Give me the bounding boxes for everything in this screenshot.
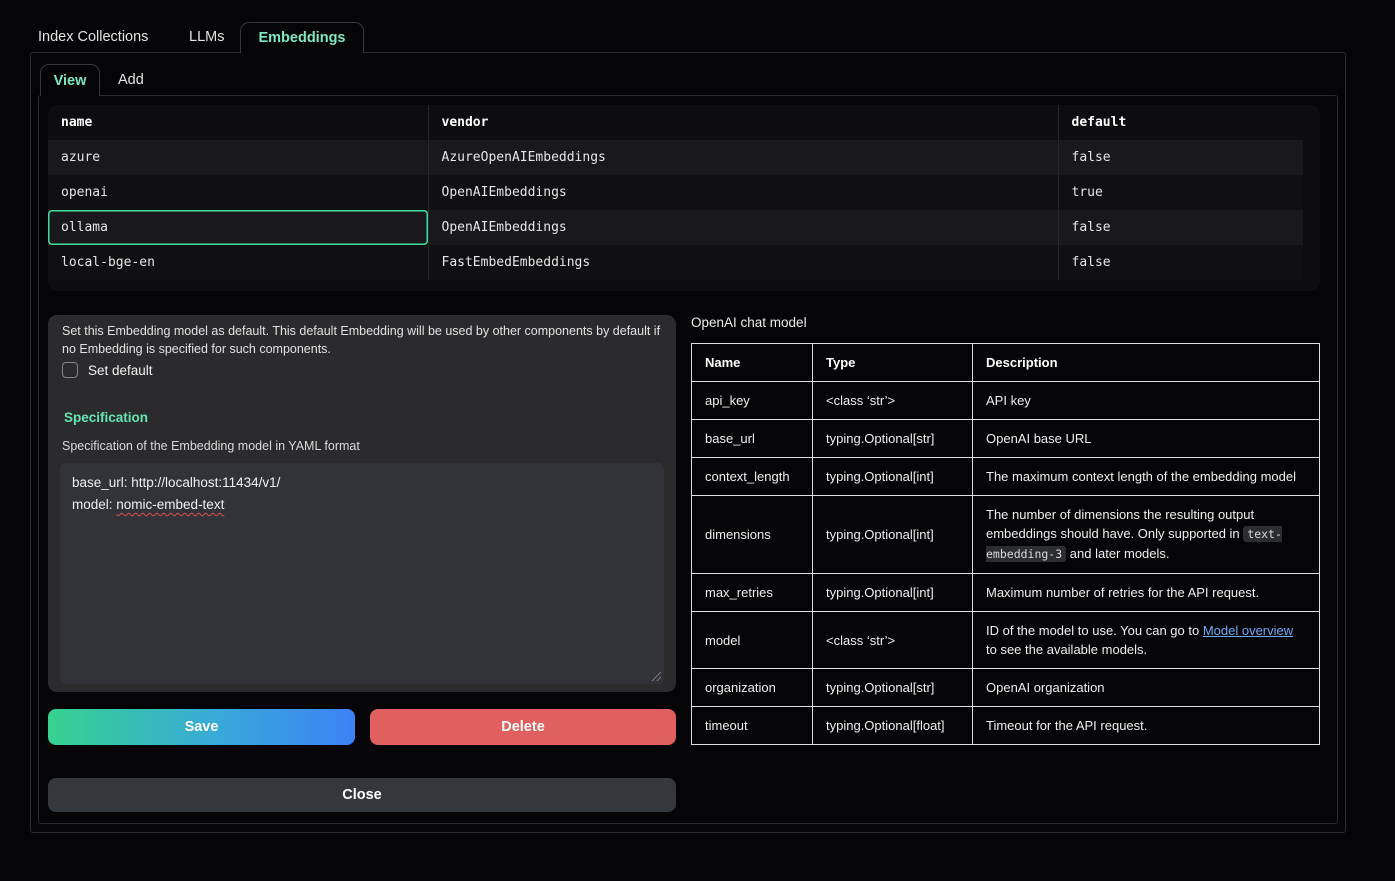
default-settings-card: Set this Embedding model as default. Thi… [48, 315, 676, 692]
model-param-row-base_url: base_urltyping.Optional[str] OpenAI base … [692, 420, 1320, 458]
tab-llms[interactable]: LLMs [189, 22, 224, 53]
embedding-cell-default[interactable]: true [1058, 175, 1303, 210]
model-info-header: Name Type Description [692, 344, 1320, 382]
param-description: OpenAI organization [973, 669, 1320, 707]
close-button[interactable]: Close [48, 778, 676, 812]
description-text: OpenAI base URL [986, 431, 1092, 446]
yaml-model-value: nomic-embed-text [116, 497, 224, 512]
model-param-row-model: model<class ‘str’>ID of the model to use… [692, 612, 1320, 669]
param-description: API key [973, 382, 1320, 420]
param-description: The number of dimensions the resulting o… [973, 496, 1320, 574]
subtab-view[interactable]: View [40, 64, 100, 96]
description-text: Timeout for the API request. [986, 718, 1147, 733]
embedding-row-azure[interactable]: azureAzureOpenAIEmbeddingsfalse [48, 140, 1303, 175]
model-info-title: OpenAI chat model [691, 315, 807, 330]
tab-embeddings-label: Embeddings [258, 30, 345, 46]
model-overview-link[interactable]: Model overview [1203, 623, 1293, 638]
param-name: api_key [692, 382, 813, 420]
set-default-description: Set this Embedding model as default. Thi… [62, 322, 662, 358]
column-header-name: name [48, 105, 428, 140]
embedding-row-local-bge-en[interactable]: local-bge-enFastEmbedEmbeddingsfalse [48, 245, 1303, 280]
description-text: ID of the model to use. You can go to [986, 623, 1203, 638]
param-type: typing.Optional[int] [813, 496, 973, 574]
embedding-cell-default[interactable]: false [1058, 140, 1303, 175]
description-text: OpenAI organization [986, 680, 1105, 695]
tab-embeddings[interactable]: Embeddings [240, 22, 364, 53]
embedding-cell-vendor[interactable]: AzureOpenAIEmbeddings [428, 140, 1058, 175]
embedding-cell-vendor[interactable]: OpenAIEmbeddings [428, 210, 1058, 245]
model-param-row-context_length: context_lengthtyping.Optional[int] The ma… [692, 458, 1320, 496]
param-description: The maximum context length of the embedd… [973, 458, 1320, 496]
resize-handle-icon[interactable] [650, 670, 661, 681]
yaml-line-2: model: nomic-embed-text [72, 494, 652, 516]
param-name: organization [692, 669, 813, 707]
embedding-row-openai[interactable]: openaiOpenAIEmbeddingstrue [48, 175, 1303, 210]
description-text: The maximum context length of the embedd… [986, 469, 1296, 484]
model-param-row-organization: organizationtyping.Optional[str] OpenAI o… [692, 669, 1320, 707]
param-type: <class ‘str’> [813, 612, 973, 669]
embedding-cell-vendor[interactable]: FastEmbedEmbeddings [428, 245, 1058, 280]
embedding-cell-name[interactable]: azure [48, 140, 428, 175]
delete-button[interactable]: Delete [370, 709, 676, 745]
embedding-cell-default[interactable]: false [1058, 210, 1303, 245]
model-param-row-dimensions: dimensionstyping.Optional[int] The number… [692, 496, 1320, 574]
embedding-cell-name[interactable]: ollama [48, 210, 428, 245]
param-description: OpenAI base URL [973, 420, 1320, 458]
embeddings-table: name vendor default azureAzureOpenAIEmbe… [48, 105, 1320, 291]
yaml-line-1: base_url: http://localhost:11434/v1/ [72, 472, 652, 494]
param-description: ID of the model to use. You can go to Mo… [973, 612, 1320, 669]
embedding-cell-name[interactable]: openai [48, 175, 428, 210]
param-type: typing.Optional[str] [813, 669, 973, 707]
specification-subtitle: Specification of the Embedding model in … [62, 439, 360, 453]
description-text: The number of dimensions the resulting o… [986, 507, 1254, 541]
model-column-name: Name [692, 344, 813, 382]
param-name: timeout [692, 707, 813, 745]
param-name: model [692, 612, 813, 669]
specification-heading: Specification [64, 410, 148, 425]
embedding-cell-default[interactable]: false [1058, 245, 1303, 280]
description-text: and later models. [1066, 546, 1169, 561]
param-name: context_length [692, 458, 813, 496]
tab-index-collections[interactable]: Index Collections [38, 22, 148, 53]
param-type: typing.Optional[float] [813, 707, 973, 745]
param-name: dimensions [692, 496, 813, 574]
yaml-editor[interactable]: base_url: http://localhost:11434/v1/ mod… [60, 463, 664, 684]
model-column-type: Type [813, 344, 973, 382]
embeddings-table-header: name vendor default [48, 105, 1303, 140]
param-description: Maximum number of retries for the API re… [973, 574, 1320, 612]
description-text: to see the available models. [986, 642, 1147, 657]
param-name: max_retries [692, 574, 813, 612]
param-type: typing.Optional[str] [813, 420, 973, 458]
subtab-view-label: View [54, 73, 87, 89]
description-text: Maximum number of retries for the API re… [986, 585, 1259, 600]
set-default-label: Set default [88, 363, 153, 378]
model-column-description: Description [973, 344, 1320, 382]
column-header-vendor: vendor [428, 105, 1058, 140]
set-default-checkbox-row[interactable]: Set default [62, 362, 153, 378]
subtab-add[interactable]: Add [118, 64, 144, 96]
model-param-row-max_retries: max_retriestyping.Optional[int] Maximum n… [692, 574, 1320, 612]
model-info-table: Name Type Description api_key<class ‘str… [691, 343, 1320, 745]
param-type: typing.Optional[int] [813, 458, 973, 496]
set-default-checkbox[interactable] [62, 362, 78, 378]
param-type: <class ‘str’> [813, 382, 973, 420]
param-name: base_url [692, 420, 813, 458]
description-text: API key [986, 393, 1031, 408]
embedding-row-ollama[interactable]: ollamaOpenAIEmbeddingsfalse [48, 210, 1303, 245]
embedding-cell-name[interactable]: local-bge-en [48, 245, 428, 280]
param-description: Timeout for the API request. [973, 707, 1320, 745]
param-type: typing.Optional[int] [813, 574, 973, 612]
column-header-default: default [1058, 105, 1303, 140]
model-param-row-timeout: timeouttyping.Optional[float] Timeout for… [692, 707, 1320, 745]
save-button[interactable]: Save [48, 709, 355, 745]
model-param-row-api_key: api_key<class ‘str’> API key [692, 382, 1320, 420]
embedding-cell-vendor[interactable]: OpenAIEmbeddings [428, 175, 1058, 210]
